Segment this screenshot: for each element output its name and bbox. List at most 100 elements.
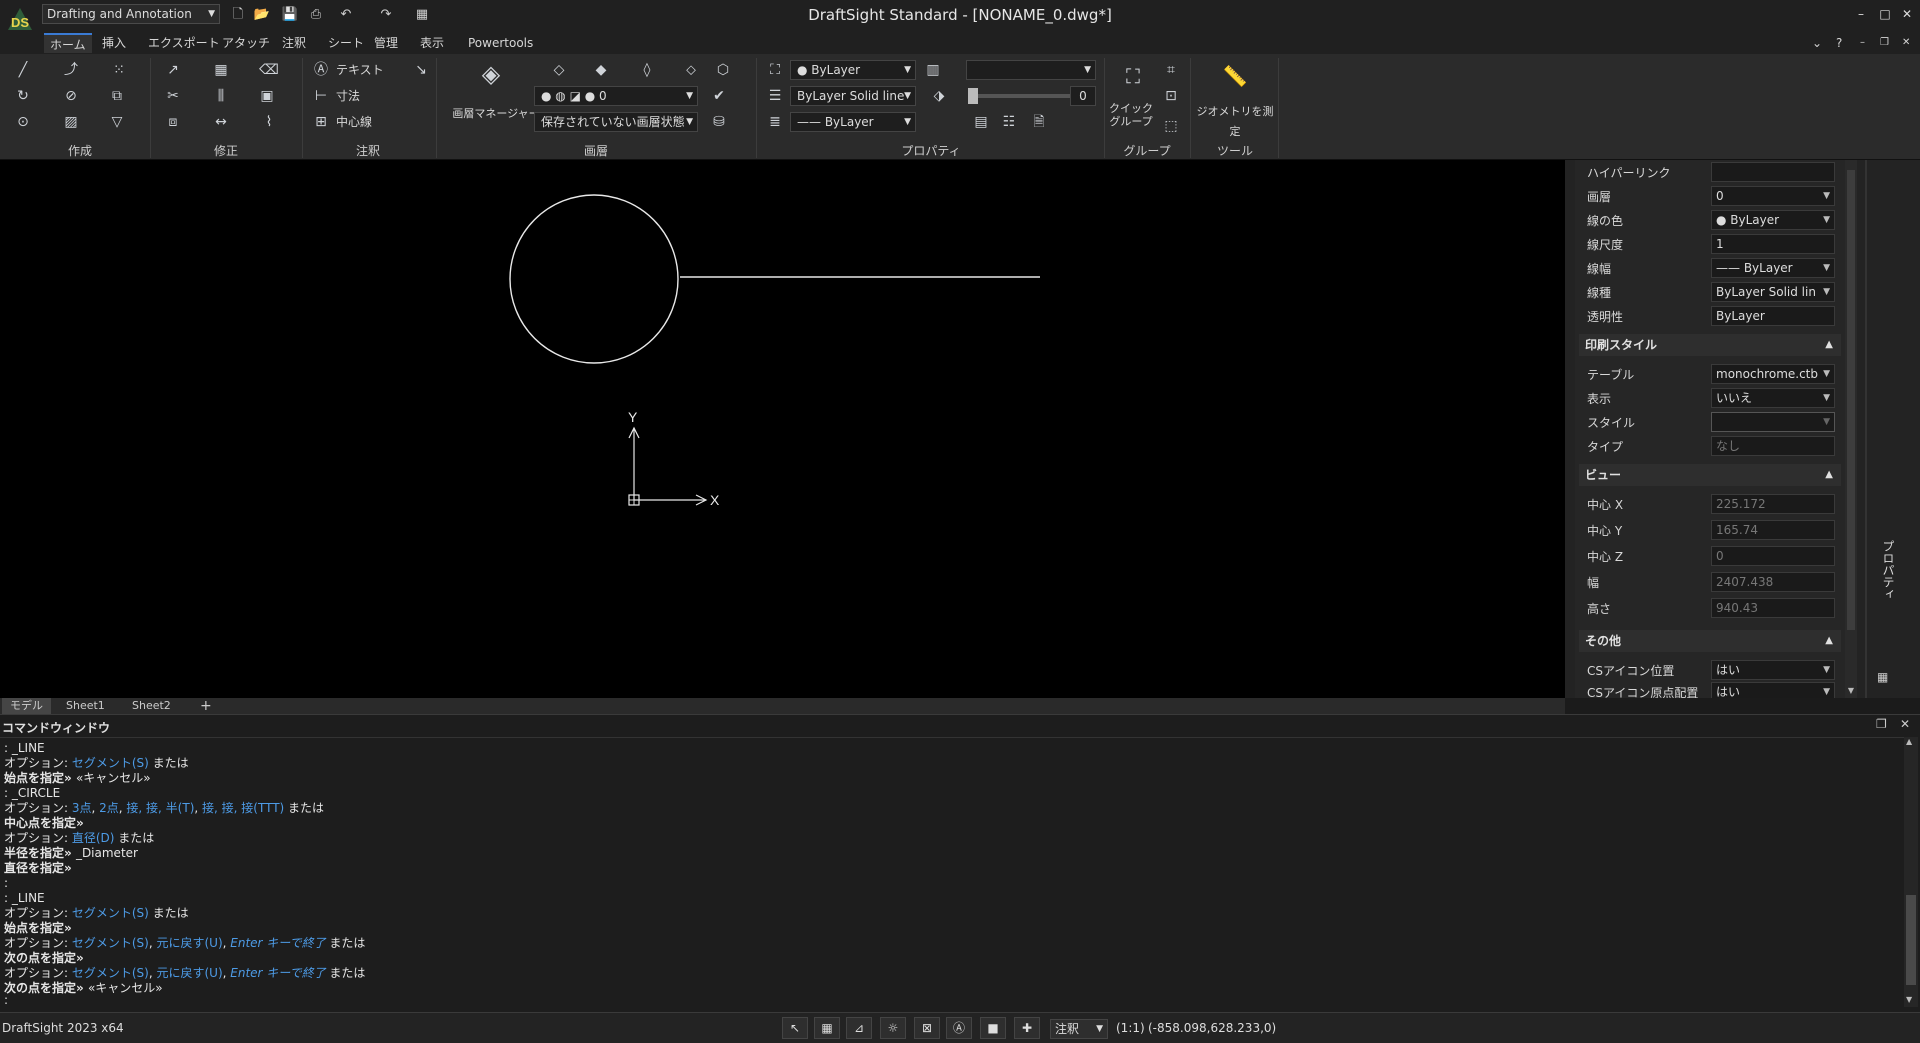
redo-icon[interactable]: ↷ xyxy=(376,5,396,25)
float-window-icon[interactable]: ❐ xyxy=(1876,717,1887,731)
tab-insert[interactable]: 挿入 xyxy=(96,33,132,53)
style-select[interactable]: ▼ xyxy=(966,60,1096,80)
crosshair-icon[interactable]: ✚ xyxy=(1014,1017,1040,1039)
command-option-link[interactable]: 接, 接, 接(TTT) xyxy=(202,801,284,815)
command-option-link[interactable]: セグメント(S) xyxy=(72,966,149,980)
match-properties-icon[interactable]: ⌇ xyxy=(258,112,280,132)
layer-state-icon[interactable]: ⛁ xyxy=(708,112,730,132)
circle-entity[interactable] xyxy=(509,194,679,364)
command-option-link[interactable]: 直径(D) xyxy=(72,831,115,845)
move-icon[interactable]: ↗ xyxy=(162,60,184,80)
maximize-button[interactable]: □ xyxy=(1874,4,1896,24)
command-option-link[interactable]: セグメント(S) xyxy=(72,936,149,950)
offset-icon[interactable]: ⧉ xyxy=(106,86,128,106)
drawing-canvas[interactable]: Y X xyxy=(0,160,1565,698)
linetype-icon[interactable]: ▥ xyxy=(922,60,944,80)
lineweight-select[interactable]: —— ByLayer ▼ xyxy=(790,112,916,132)
hatch-icon[interactable]: ▨ xyxy=(60,112,82,132)
close-icon[interactable]: ✕ xyxy=(1900,717,1910,731)
layer-match-icon[interactable]: ⬗ xyxy=(928,86,950,106)
current-layer-select[interactable]: ● ◍ ◪ ● 0 ▼ xyxy=(534,86,698,106)
linetype-select[interactable]: ByLayer Solid line ▼ xyxy=(790,86,916,106)
text-button[interactable]: テキスト xyxy=(336,60,384,80)
add-sheet-button[interactable]: + xyxy=(192,698,220,714)
scroll-up-icon[interactable]: ▲ xyxy=(1906,737,1912,746)
layer-icon[interactable]: ◇ xyxy=(548,60,570,80)
explode-icon[interactable]: ▣ xyxy=(256,86,278,106)
command-option-link[interactable]: 元に戻す(U) xyxy=(156,966,222,980)
close-button[interactable]: ✕ xyxy=(1896,4,1918,24)
cs-icon-origin-field[interactable]: はい ▼ xyxy=(1711,682,1835,698)
match-color-icon[interactable]: ⛶ xyxy=(764,60,786,80)
quick-group-button[interactable]: クイック グループ xyxy=(1106,102,1156,128)
arc-icon[interactable]: ↻ xyxy=(12,86,34,106)
color-field[interactable]: ● ByLayer ▼ xyxy=(1711,210,1835,230)
lineweight-icon[interactable]: ≣ xyxy=(764,112,786,132)
group-edit-icon[interactable]: ⌗ xyxy=(1160,60,1182,80)
scroll-down-icon[interactable]: ▼ xyxy=(1906,995,1912,1004)
open-icon[interactable]: 📂 xyxy=(252,5,272,25)
line-icon[interactable]: ╱ xyxy=(12,60,34,80)
minimize-button[interactable]: – xyxy=(1850,4,1872,24)
text-icon[interactable]: Ⓐ xyxy=(310,60,332,80)
save-icon[interactable]: 💾 xyxy=(280,5,300,25)
leader-icon[interactable]: ↘ xyxy=(410,60,432,80)
dimension-icon[interactable]: ⊢ xyxy=(310,86,332,106)
command-option-link[interactable]: 接, 接, 半(T) xyxy=(126,801,194,815)
quick-group-icon[interactable]: ⛶ xyxy=(1120,66,1146,92)
trim-icon[interactable]: ✂ xyxy=(162,86,184,106)
doc-restore-button[interactable]: ❐ xyxy=(1874,33,1895,53)
properties-scrollbar-thumb[interactable] xyxy=(1847,170,1855,630)
tab-sheet2[interactable]: Sheet2 xyxy=(124,698,179,714)
command-option-link[interactable]: 元に戻す(U) xyxy=(156,936,222,950)
mirror-icon[interactable]: ⫼ xyxy=(210,86,232,106)
section-view[interactable]: ビュー ▲ xyxy=(1579,464,1841,486)
layer-icon[interactable]: ◆ xyxy=(590,60,612,80)
properties-toggle-icon[interactable]: ▤ xyxy=(970,112,992,132)
layer-icon[interactable]: ◊ xyxy=(636,60,658,80)
transparency-slider[interactable] xyxy=(970,94,1070,98)
transparency-slider-handle[interactable] xyxy=(968,88,978,104)
undo-icon[interactable]: ↶ xyxy=(336,5,356,25)
hyperlink-field[interactable] xyxy=(1711,162,1835,182)
point-icon[interactable]: ⁙ xyxy=(108,60,130,80)
print-icon[interactable]: ⎙ xyxy=(306,5,326,25)
select-cursor-icon[interactable]: ↖ xyxy=(782,1017,808,1039)
erase-icon[interactable]: ⌫ xyxy=(258,60,280,80)
grid-menu-icon[interactable]: ▦ xyxy=(412,5,432,25)
copy-icon[interactable]: ⧈ xyxy=(162,112,184,132)
command-option-link[interactable]: Enter キーで終了 xyxy=(230,966,325,980)
tab-export[interactable]: エクスポート xyxy=(142,33,226,53)
command-prompt[interactable]: : xyxy=(4,993,8,1007)
layer-manager-icon[interactable]: ◈ xyxy=(476,62,506,94)
tab-manage[interactable]: 管理 xyxy=(368,33,404,53)
lineweight-field[interactable]: —— ByLayer ▼ xyxy=(1711,258,1835,278)
annotation-scale-select[interactable]: 注釈 ▼ xyxy=(1050,1019,1108,1039)
measure-geometry-button[interactable]: ジオメトリを測定 xyxy=(1194,102,1276,142)
doc-minimize-button[interactable]: – xyxy=(1854,33,1871,53)
layer-icon[interactable]: ⬡ xyxy=(712,60,734,80)
circle-icon[interactable]: ⊙ xyxy=(12,112,34,132)
centerline-button[interactable]: 中心線 xyxy=(336,112,372,132)
help-button[interactable]: ? xyxy=(1830,33,1848,53)
chevron-down-icon[interactable]: ⌄ xyxy=(1806,33,1828,53)
tab-attach[interactable]: アタッチ xyxy=(216,33,276,53)
dimension-button[interactable]: 寸法 xyxy=(336,86,360,106)
esnap-icon[interactable]: ⊠ xyxy=(914,1017,940,1039)
tab-model[interactable]: モデル xyxy=(2,698,51,714)
boundary-icon[interactable]: ▽ xyxy=(106,112,128,132)
scroll-down-icon[interactable]: ▼ xyxy=(1845,686,1857,695)
layer-icon[interactable]: ⬦ xyxy=(680,60,702,80)
workspace-select[interactable]: Drafting and Annotation ▼ xyxy=(42,4,220,24)
display-field[interactable]: いいえ ▼ xyxy=(1711,388,1835,408)
command-scrollbar-thumb[interactable] xyxy=(1906,895,1916,985)
centerline-icon[interactable]: ⊞ xyxy=(310,112,332,132)
ortho-icon[interactable]: ⊿ xyxy=(846,1017,872,1039)
section-other[interactable]: その他 ▲ xyxy=(1579,630,1841,652)
layer-state-select[interactable]: 保存されていない画層状態 ▼ xyxy=(534,112,698,132)
ungroup-icon[interactable]: ⬚ xyxy=(1160,116,1182,136)
tab-annotate[interactable]: 注釈 xyxy=(276,33,312,53)
command-option-link[interactable]: セグメント(S) xyxy=(72,906,149,920)
measure-icon[interactable]: 📏 xyxy=(1222,66,1248,92)
new-icon[interactable]: 🗋 xyxy=(228,5,248,25)
